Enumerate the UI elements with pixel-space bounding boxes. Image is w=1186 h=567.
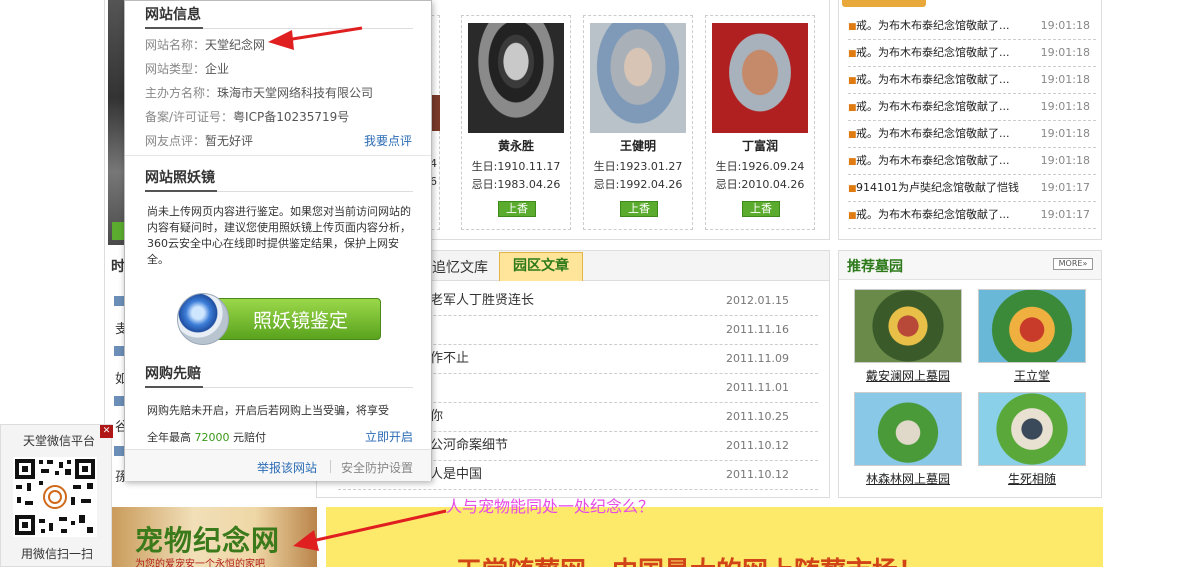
arrow-to-site-name bbox=[268, 26, 363, 50]
annotation-arrows bbox=[268, 26, 447, 551]
arrow-to-pet-banner bbox=[293, 509, 447, 551]
